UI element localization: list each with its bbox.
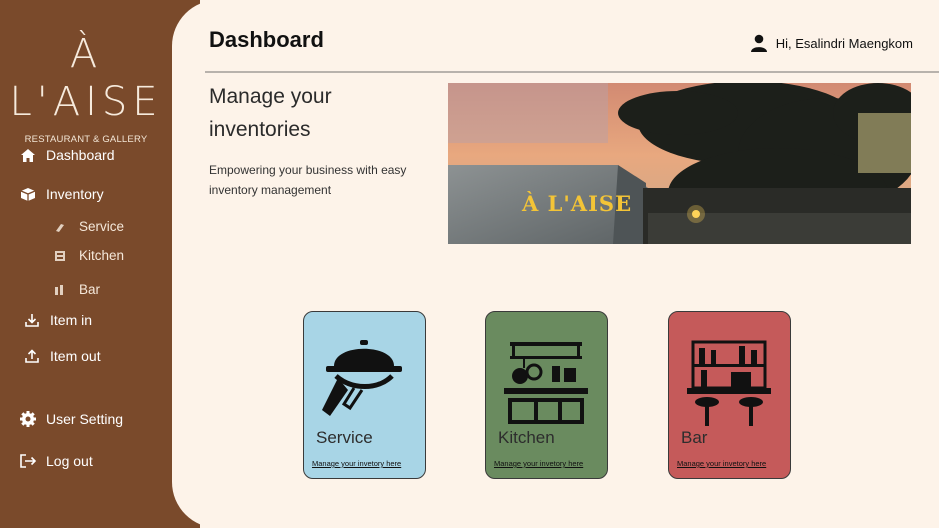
home-icon xyxy=(19,146,37,164)
service-icon xyxy=(53,220,67,234)
card-label: Bar xyxy=(681,428,708,447)
sidebar-item-label: Item in xyxy=(50,312,93,328)
bar-icon xyxy=(687,340,771,426)
user-greeting[interactable]: Hi, Esalindri Maengkom xyxy=(749,33,913,53)
box-icon xyxy=(19,185,37,203)
sidebar-item-item-out[interactable]: Item out xyxy=(23,347,101,365)
sidebar-item-label: Inventory xyxy=(46,186,104,202)
sidebar-item-kitchen[interactable]: Kitchen xyxy=(53,248,124,263)
logo-text: À L'AISE xyxy=(9,31,163,125)
card-link[interactable]: Manage your invetory here xyxy=(312,459,401,468)
user-greeting-text: Hi, Esalindri Maengkom xyxy=(775,35,913,51)
upload-icon xyxy=(23,347,41,365)
sidebar-item-bar[interactable]: Bar xyxy=(53,282,100,297)
sidebar-item-user-setting[interactable]: User Setting xyxy=(19,410,123,428)
sidebar-item-label: Service xyxy=(79,219,125,234)
kitchen-icon xyxy=(53,249,67,263)
hero-title: Manage your inventories xyxy=(209,85,332,141)
card-label: Service xyxy=(316,428,373,447)
sidebar-item-inventory[interactable]: Inventory xyxy=(19,185,104,203)
gear-icon xyxy=(19,410,37,428)
kitchen-card[interactable]: Kitchen Manage your invetory here xyxy=(485,311,608,479)
sidebar-item-label: Bar xyxy=(79,282,101,297)
sidebar-item-label: Item out xyxy=(50,348,101,364)
sidebar-item-label: Kitchen xyxy=(79,248,125,263)
card-link[interactable]: Manage your invetory here xyxy=(677,459,766,468)
sidebar-item-log-out[interactable]: Log out xyxy=(19,452,93,470)
user-icon xyxy=(749,33,769,53)
sidebar-item-item-in[interactable]: Item in xyxy=(23,311,92,329)
sign-text: À L'AISE xyxy=(521,191,632,216)
service-card[interactable]: Service Manage your invetory here xyxy=(303,311,426,479)
bar-icon xyxy=(53,283,67,297)
hero-description: Empowering your business with easy inven… xyxy=(209,163,407,197)
kitchen-icon xyxy=(504,342,588,424)
brand-logo: À L'AISE RESTAURANT & GALLERY xyxy=(0,30,172,145)
sidebar-item-label: Dashboard xyxy=(46,147,115,163)
sidebar-item-service[interactable]: Service xyxy=(53,219,124,234)
sidebar-item-label: Log out xyxy=(46,453,93,469)
card-label: Kitchen xyxy=(498,428,555,447)
header-divider xyxy=(205,71,939,73)
service-icon xyxy=(322,340,402,416)
sidebar-item-label: User Setting xyxy=(46,411,124,427)
download-icon xyxy=(23,311,41,329)
logo-subtitle: RESTAURANT & GALLERY xyxy=(24,134,148,145)
bar-card[interactable]: Bar Manage your invetory here xyxy=(668,311,791,479)
card-link[interactable]: Manage your invetory here xyxy=(494,459,583,468)
hero-image: À L'AISE xyxy=(448,83,911,244)
sidebar-item-dashboard[interactable]: Dashboard xyxy=(19,146,115,164)
page-title: Dashboard xyxy=(209,27,324,52)
logout-icon xyxy=(19,452,37,470)
